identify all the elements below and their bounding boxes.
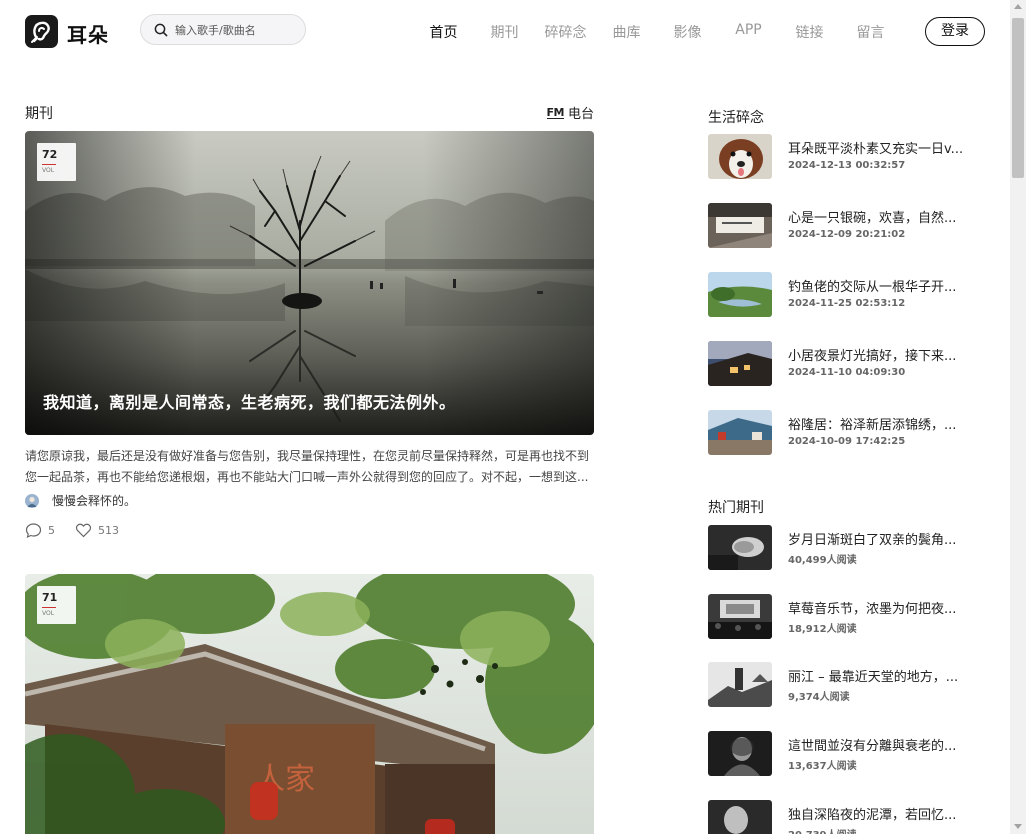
murmur-date: 2024-11-25 02:53:12 bbox=[788, 298, 906, 309]
logo-text[interactable]: 耳朵 bbox=[67, 19, 109, 48]
hot-journal-item[interactable]: 草莓音乐节，浓墨为何把夜... 18,912人阅读 bbox=[708, 594, 998, 640]
nav-music-library[interactable]: 曲库 bbox=[596, 22, 657, 42]
post-excerpt: 请您原谅我，最后还是没有做好准备与您告别，我尽量保持理性，在您灵前尽量保持释然，… bbox=[25, 449, 590, 484]
hot-journal-item[interactable]: 独自深陷夜的泥潭，若回忆... 20,739人阅读 bbox=[708, 800, 998, 834]
hot-journal-item[interactable]: 岁月日渐斑白了双亲的鬓角... 40,499人阅读 bbox=[708, 525, 998, 571]
hot-journal-thumbnail bbox=[708, 800, 772, 834]
volume-number-2: 71 bbox=[42, 591, 58, 604]
murmur-date: 2024-12-13 00:32:57 bbox=[788, 160, 906, 171]
scrollbar-thumb[interactable] bbox=[1012, 18, 1024, 178]
comment-count[interactable]: 5 bbox=[25, 522, 55, 539]
murmur-item[interactable]: 耳朵既平淡朴素又充实一日v... 2024-12-13 00:32:57 bbox=[708, 134, 998, 180]
murmur-item[interactable]: 钓鱼佬的交际从一根华子开... 2024-11-25 02:53:12 bbox=[708, 272, 998, 318]
page-scrollbar[interactable] bbox=[1010, 0, 1026, 834]
volume-divider bbox=[42, 164, 56, 165]
nav-murmurs[interactable]: 碎碎念 bbox=[535, 22, 596, 42]
fm-radio-link[interactable]: FM 电台 bbox=[546, 103, 594, 122]
ear-logo-icon[interactable] bbox=[25, 15, 58, 48]
murmur-thumbnail bbox=[708, 134, 772, 179]
hot-journal-item[interactable]: 這世間並沒有分離與衰老的... 13,637人阅读 bbox=[708, 731, 998, 777]
murmur-thumbnail bbox=[708, 341, 772, 386]
hot-journal-thumbnail bbox=[708, 594, 772, 639]
volume-label: VOL bbox=[42, 167, 55, 174]
hot-journal-title: 岁月日渐斑白了双亲的鬓角... bbox=[788, 533, 957, 548]
post-author[interactable]: 慢慢会释怀的。 bbox=[25, 492, 136, 509]
like-count[interactable]: 513 bbox=[75, 522, 119, 539]
author-avatar bbox=[25, 493, 39, 508]
nav-app[interactable]: APP bbox=[718, 22, 779, 42]
hot-journal-reads: 20,739人阅读 bbox=[788, 826, 857, 834]
comment-count-value: 5 bbox=[48, 524, 55, 537]
hot-journal-title: 這世間並沒有分離與衰老的... bbox=[788, 739, 957, 754]
fm-radio-icon: FM bbox=[546, 105, 564, 119]
volume-divider-2 bbox=[42, 607, 56, 608]
murmur-thumbnail bbox=[708, 410, 772, 455]
murmur-title: 裕隆居：裕泽新居添锦绣，... bbox=[788, 418, 957, 433]
hot-journals-section-title: 热门期刊 bbox=[708, 500, 764, 516]
hot-journal-item[interactable]: 丽江 – 最靠近天堂的地方，... 9,374人阅读 bbox=[708, 662, 998, 708]
hot-journal-thumbnail bbox=[708, 662, 772, 707]
nav-home[interactable]: 首页 bbox=[413, 22, 474, 42]
hot-journal-title: 草莓音乐节，浓墨为何把夜... bbox=[788, 602, 957, 617]
murmurs-section-title: 生活碎念 bbox=[708, 110, 764, 126]
murmur-date: 2024-11-10 04:09:30 bbox=[788, 367, 906, 378]
post-cover-image[interactable]: 72 VOL 我知道，离别是人间常态，生老病死，我们都无法例外。 bbox=[25, 131, 594, 435]
search-input[interactable] bbox=[175, 21, 299, 39]
post-cover-image-2[interactable]: 人家 71 VOL bbox=[25, 574, 594, 834]
murmur-item[interactable]: 小居夜景灯光搞好，接下来... 2024-11-10 04:09:30 bbox=[708, 341, 998, 387]
hot-journal-thumbnail bbox=[708, 525, 772, 570]
hot-journal-reads: 13,637人阅读 bbox=[788, 761, 857, 772]
murmur-date: 2024-10-09 17:42:25 bbox=[788, 436, 906, 447]
search-icon[interactable] bbox=[154, 23, 168, 37]
murmur-title: 钓鱼佬的交际从一根华子开... bbox=[788, 280, 957, 295]
murmur-title: 小居夜景灯光搞好，接下来... bbox=[788, 349, 957, 364]
murmur-thumbnail bbox=[708, 203, 772, 248]
journal-section-header: 期刊 FM 电台 bbox=[25, 103, 594, 122]
top-header: 耳朵 首页 期刊 碎碎念 曲库 影像 APP 链接 留言 登录 bbox=[0, 0, 1010, 64]
hot-journal-title: 独自深陷夜的泥潭，若回忆... bbox=[788, 808, 957, 823]
nav-guestbook[interactable]: 留言 bbox=[840, 22, 901, 42]
murmur-title: 心是一只银碗，欢喜，自然... bbox=[788, 211, 957, 226]
section-title: 期刊 bbox=[25, 106, 53, 122]
post-stats: 5 513 bbox=[25, 522, 139, 539]
like-count-value: 513 bbox=[98, 524, 119, 537]
post-overlay-title[interactable]: 我知道，离别是人间常态，生老病死，我们都无法例外。 bbox=[43, 389, 456, 413]
hot-journal-reads: 18,912人阅读 bbox=[788, 624, 857, 635]
volume-badge-2: 71 VOL bbox=[37, 586, 76, 624]
comment-icon bbox=[25, 523, 42, 539]
nav-links[interactable]: 链接 bbox=[779, 22, 840, 42]
hot-journal-reads: 40,499人阅读 bbox=[788, 555, 857, 566]
fm-radio-label: 电台 bbox=[567, 107, 594, 122]
volume-badge: 72 VOL bbox=[37, 143, 76, 181]
main-nav: 首页 期刊 碎碎念 曲库 影像 APP 链接 留言 bbox=[413, 22, 901, 42]
hot-journal-reads: 9,374人阅读 bbox=[788, 692, 850, 703]
search-box[interactable] bbox=[140, 14, 306, 45]
murmur-date: 2024-12-09 20:21:02 bbox=[788, 229, 906, 240]
login-button[interactable]: 登录 bbox=[925, 17, 985, 46]
author-name: 慢慢会释怀的。 bbox=[52, 494, 137, 508]
scroll-down-arrow-icon[interactable] bbox=[1014, 824, 1022, 829]
murmur-title: 耳朵既平淡朴素又充实一日v... bbox=[788, 142, 964, 157]
volume-number: 72 bbox=[42, 148, 58, 161]
scroll-up-arrow-icon[interactable] bbox=[1014, 4, 1022, 9]
nav-journal[interactable]: 期刊 bbox=[474, 22, 535, 42]
hot-journal-title: 丽江 – 最靠近天堂的地方，... bbox=[788, 670, 959, 685]
nav-images[interactable]: 影像 bbox=[657, 22, 718, 42]
murmur-item[interactable]: 心是一只银碗，欢喜，自然... 2024-12-09 20:21:02 bbox=[708, 203, 998, 249]
old-house-green-leaves-image: 人家 bbox=[25, 574, 594, 834]
murmur-item[interactable]: 裕隆居：裕泽新居添锦绣，... 2024-10-09 17:42:25 bbox=[708, 410, 998, 456]
hot-journal-thumbnail bbox=[708, 731, 772, 776]
volume-label-2: VOL bbox=[42, 610, 55, 617]
murmur-thumbnail bbox=[708, 272, 772, 317]
heart-icon bbox=[75, 523, 92, 538]
